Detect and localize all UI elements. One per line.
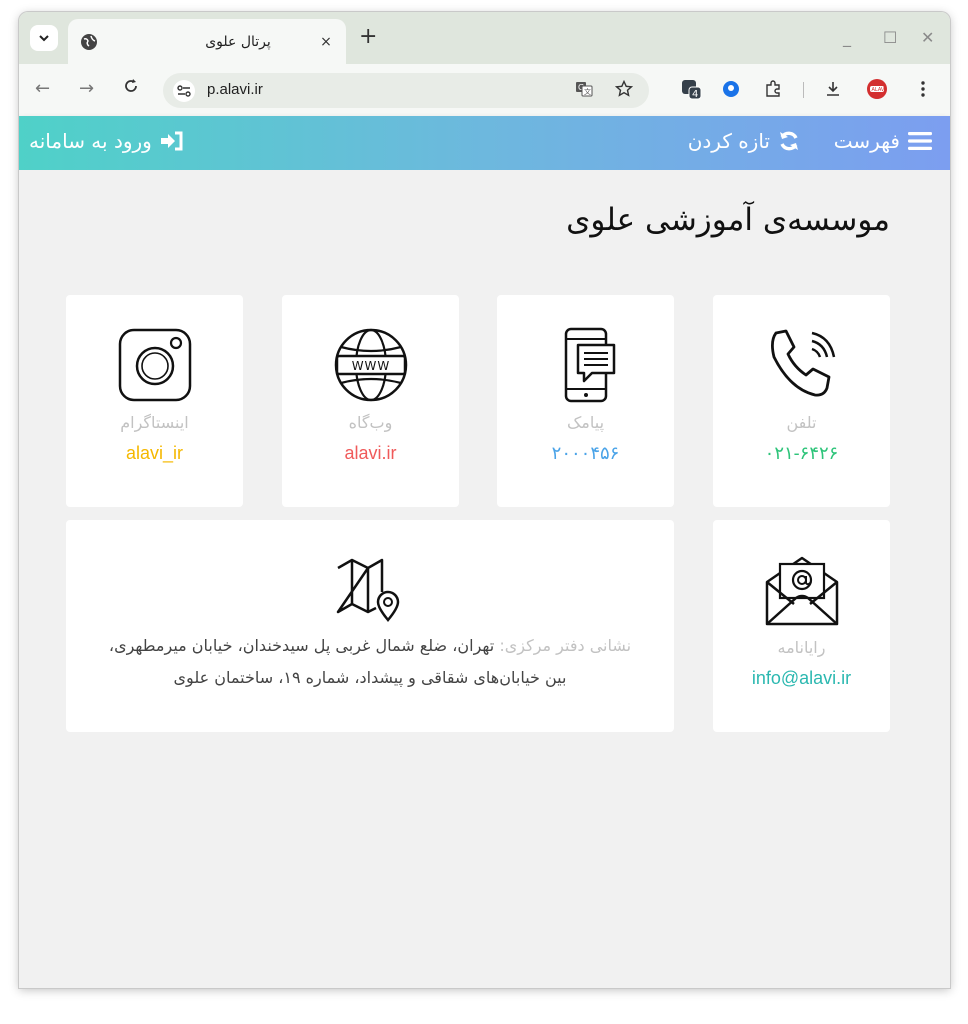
email-value[interactable]: info@alavi.ir — [713, 668, 890, 689]
login-button[interactable]: ورود به سامانه — [29, 129, 184, 153]
map-pin-icon — [336, 558, 400, 622]
login-label: ورود به سامانه — [29, 129, 152, 153]
svg-text:4: 4 — [692, 89, 698, 100]
tune-icon — [177, 85, 191, 97]
globe-www-icon: WWW — [334, 328, 407, 402]
extension-blue-icon[interactable] — [719, 77, 743, 101]
new-tab-button[interactable]: + — [359, 26, 377, 48]
email-label: رایانامه — [777, 638, 826, 657]
website-value[interactable]: alavi.ir — [282, 443, 459, 464]
svg-text:ALAVI: ALAVI — [872, 87, 886, 93]
globe-icon — [81, 33, 97, 50]
instagram-label: اینستاگرام — [120, 413, 189, 432]
address-value: تهران، ضلع شمال غربی پل سیدخندان، خیابان… — [108, 636, 567, 687]
site-info-button[interactable] — [173, 80, 195, 102]
url-text: p.alavi.ir — [207, 81, 263, 98]
download-icon[interactable] — [821, 77, 845, 101]
phone-label: تلفن — [786, 413, 817, 432]
close-window-button[interactable]: ✕ — [921, 28, 934, 47]
refresh-button[interactable]: تازه کردن — [688, 129, 800, 153]
browser-window: پرتال علوی × + _ ☐ ✕ ← → p.alavi.ir G文 4 — [19, 12, 950, 988]
reload-button[interactable] — [123, 78, 139, 100]
browser-menu-button[interactable] — [911, 77, 935, 101]
extensions-puzzle-icon[interactable] — [761, 77, 785, 101]
bookmark-star-icon[interactable] — [614, 79, 634, 102]
mobile-message-icon — [564, 327, 615, 403]
main-content: موسسه‌ی آموزشی علوی تلفن ۰۲۱-۶۴۲۶ — [19, 170, 950, 988]
toolbar-divider — [803, 82, 804, 98]
card-instagram[interactable]: اینستاگرام alavi_ir — [66, 295, 243, 507]
maximize-button[interactable]: ☐ — [883, 28, 897, 47]
chevron-down-icon — [39, 35, 49, 42]
instagram-icon — [118, 328, 191, 402]
sms-label: پیامک — [566, 413, 605, 432]
sms-value: ۲۰۰۰۴۵۶ — [551, 443, 620, 463]
sign-in-icon — [160, 131, 183, 151]
tab-strip: پرتال علوی × + _ ☐ ✕ — [19, 12, 950, 64]
extension-badge-icon[interactable]: 4 — [679, 77, 703, 101]
card-website[interactable]: WWW وب‌گاه alavi.ir — [282, 295, 459, 507]
refresh-label: تازه کردن — [687, 129, 770, 153]
hamburger-icon — [908, 132, 932, 150]
website-label: وب‌گاه — [348, 413, 393, 432]
app-header: فهرست تازه کردن ورود به سامانه — [19, 116, 950, 170]
envelope-at-icon — [765, 556, 838, 626]
profile-avatar[interactable]: ALAVI — [865, 77, 889, 101]
address-label: نشانی دفتر مرکزی: — [499, 636, 632, 655]
tab-close-button[interactable]: × — [318, 34, 334, 50]
phone-icon — [770, 329, 835, 397]
card-email[interactable]: رایانامه info@alavi.ir — [713, 520, 890, 732]
menu-button[interactable]: فهرست — [834, 129, 932, 153]
back-button[interactable]: ← — [35, 78, 50, 100]
card-phone[interactable]: تلفن ۰۲۱-۶۴۲۶ — [713, 295, 890, 507]
translate-icon[interactable]: G文 — [575, 80, 593, 102]
page-title: موسسه‌ی آموزشی علوی — [566, 202, 890, 238]
browser-toolbar: ← → p.alavi.ir G文 4 ALAVI — [19, 64, 950, 116]
forward-button[interactable]: → — [79, 78, 94, 100]
address-bar[interactable]: p.alavi.ir G文 — [163, 73, 649, 108]
sync-icon — [780, 131, 798, 151]
svg-text:WWW: WWW — [351, 359, 390, 373]
tab-active[interactable]: پرتال علوی × — [68, 19, 346, 64]
minimize-button[interactable]: _ — [843, 28, 851, 47]
instagram-value[interactable]: alavi_ir — [66, 443, 243, 464]
kebab-menu-icon — [921, 81, 925, 97]
svg-text:文: 文 — [584, 87, 591, 96]
card-sms[interactable]: پیامک ۲۰۰۰۴۵۶ — [497, 295, 674, 507]
phone-value: ۰۲۱-۶۴۲۶ — [764, 443, 839, 463]
tab-search-button[interactable] — [30, 25, 58, 51]
reload-icon — [125, 79, 137, 92]
menu-label: فهرست — [833, 129, 900, 153]
address-text: نشانی دفتر مرکزی: تهران، ضلع شمال غربی پ… — [96, 630, 644, 694]
tab-title: پرتال علوی — [205, 33, 271, 50]
card-address[interactable]: نشانی دفتر مرکزی: تهران، ضلع شمال غربی پ… — [66, 520, 674, 732]
